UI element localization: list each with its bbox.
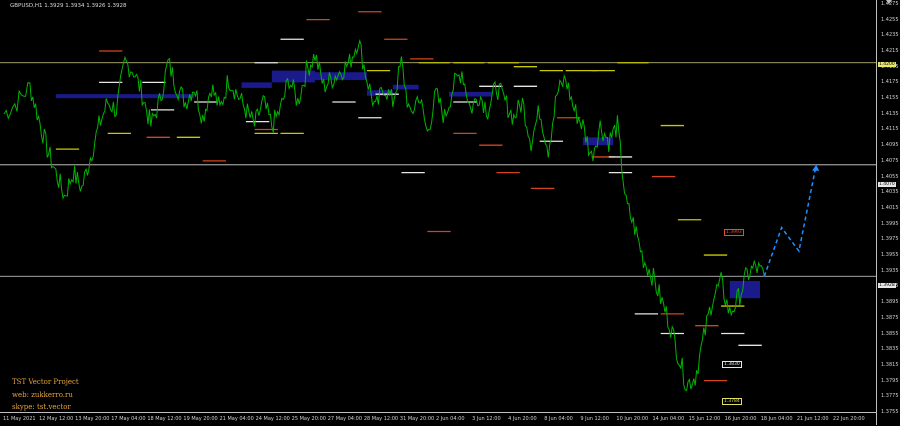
price-tick-label: 1.4055: [881, 173, 899, 180]
time-tick-label: 11 May 2021: [3, 416, 36, 422]
time-tick-label: 13 May 20:00: [75, 416, 110, 422]
zone-box: [448, 91, 493, 97]
price-tick-label: 1.3815: [881, 361, 899, 368]
time-tick-label: 14 Jun 04:00: [652, 416, 685, 422]
price-tick-label: 1.4235: [881, 32, 899, 39]
price-tick-label: 1.3835: [881, 346, 899, 353]
time-tick-label: 9 Jun 12:00: [580, 416, 609, 422]
zone-box: [55, 94, 195, 99]
time-tick-label: 25 May 20:00: [291, 416, 326, 422]
time-tick-label: 21 May 04:00: [219, 416, 254, 422]
time-tick-label: 2 Jun 04:00: [436, 416, 465, 422]
price-tick-label: 1.4115: [881, 126, 899, 133]
price-tick-label: 1.3955: [881, 252, 899, 259]
price-tick-label: 1.3935: [881, 267, 899, 274]
credit-skype: skype: tst.vector: [12, 403, 71, 411]
price-badge-current: 1.3928: [878, 283, 896, 288]
target-label-yellow: 1.3784: [722, 398, 742, 405]
symbol-info: GBPUSD,H1 1.3929 1.3934 1.3926 1.3928: [10, 3, 127, 9]
time-tick-label: 31 May 20:00: [399, 416, 435, 422]
price-chart[interactable]: [0, 0, 876, 412]
time-tick-label: 18 Jun 04:00: [760, 416, 793, 422]
time-tick-label: 21 Jun 12:00: [796, 416, 829, 422]
time-tick-label: 28 May 12:00: [363, 416, 399, 422]
target-label-red: 1.3993: [724, 229, 744, 236]
time-tick-label: 10 Jun 20:00: [616, 416, 649, 422]
forecast-series: [763, 164, 817, 277]
price-tick-label: 1.3895: [881, 299, 899, 306]
time-tick-label: 12 May 12:00: [39, 416, 74, 422]
time-tick-label: 3 Jun 12:00: [472, 416, 501, 422]
time-tick-label: 22 Jun 20:00: [832, 416, 865, 422]
chart-window[interactable]: GBPUSD,H1 1.3929 1.3934 1.3926 1.3928 TS…: [0, 0, 900, 425]
price-tick-label: 1.4155: [881, 95, 899, 102]
time-tick-label: 8 Jun 04:00: [544, 416, 573, 422]
price-tick-label: 1.4095: [881, 142, 899, 149]
credit-project: TST Vector Project: [12, 378, 79, 386]
price-tick-label: 1.3755: [881, 409, 899, 415]
time-tick-label: 15 Jun 12:00: [688, 416, 721, 422]
price-tick-label: 1.4215: [881, 48, 899, 54]
time-tick-label: 18 May 12:00: [147, 416, 182, 422]
time-tick-label: 19 May 20:00: [183, 416, 218, 422]
zone-box: [241, 82, 272, 88]
time-tick-label: 4 Jun 20:00: [508, 416, 537, 422]
close-marker-icon: [886, 0, 892, 4]
price-tick-label: 1.4035: [881, 189, 899, 196]
forecast-arrow-icon: [812, 164, 820, 171]
time-tick-label: 16 Jun 20:00: [724, 416, 757, 422]
price-tick-label: 1.3875: [881, 314, 899, 321]
time-axis[interactable]: 11 May 2021 12 May 12:00 13 May 20:00 17 Ma…: [0, 412, 876, 426]
zone-box: [729, 280, 760, 299]
price-tick-label: 1.4135: [881, 110, 899, 117]
price-tick-label: 1.3975: [881, 236, 899, 243]
credit-web: web: zukkerro.ru: [12, 391, 73, 399]
price-tick-label: 1.3855: [881, 330, 899, 337]
price-tick-label: 1.4175: [881, 79, 899, 86]
time-tick-label: 17 May 04:00: [111, 416, 146, 422]
price-tick-label: 1.4015: [881, 204, 899, 211]
price-badge-middle-line: 1.4070: [878, 182, 896, 187]
target-label-white: 1.3830: [722, 361, 742, 368]
time-tick-label: 27 May 04:00: [327, 416, 363, 422]
price-tick-label: 1.3775: [881, 393, 899, 400]
time-tick-label: 24 May 12:00: [255, 416, 290, 422]
price-tick-label: 1.4075: [881, 157, 899, 164]
price-badge-upper-line: 1.4200: [878, 62, 896, 67]
price-tick-label: 1.4255: [881, 16, 899, 23]
price-tick-label: 1.3995: [881, 220, 899, 227]
price-tick-label: 1.3795: [881, 377, 899, 384]
